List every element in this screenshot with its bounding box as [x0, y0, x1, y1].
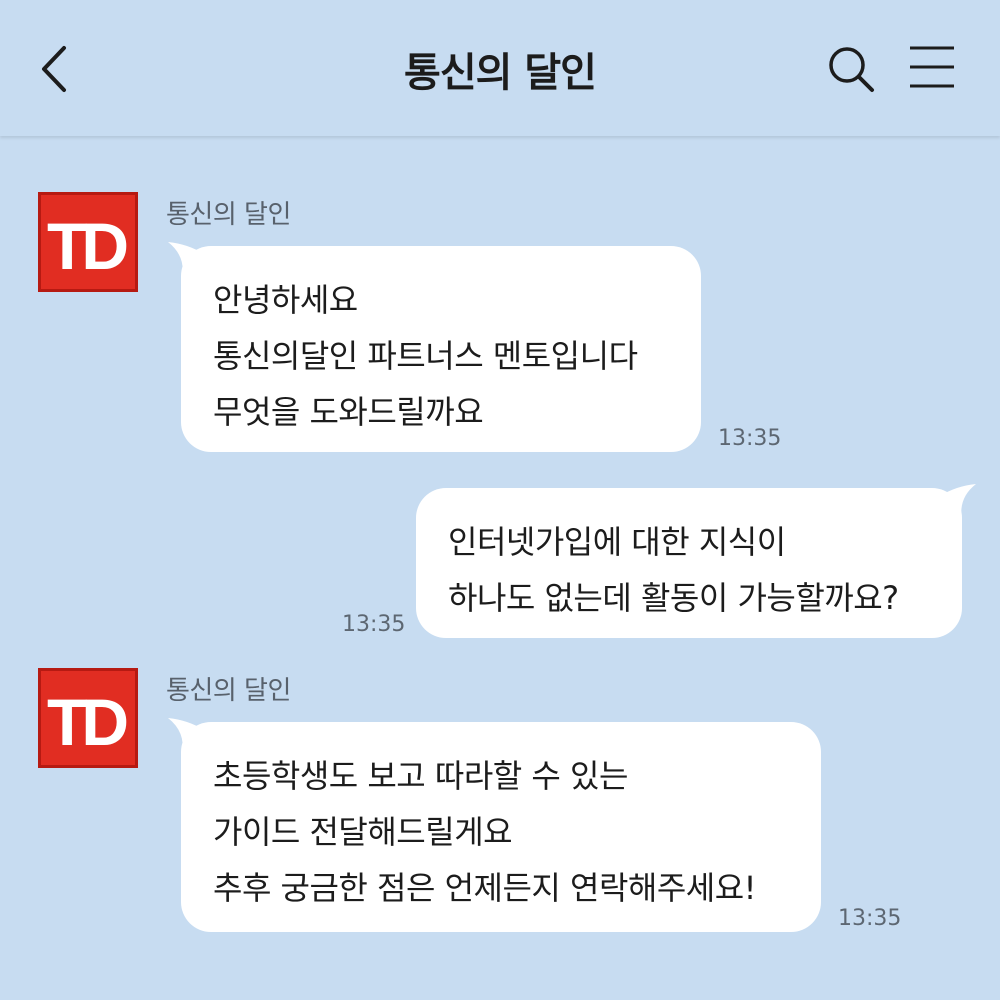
message-line: 안녕하세요	[213, 281, 358, 319]
sender-name: 통신의 달인	[166, 676, 291, 706]
sender-name: 통신의 달인	[166, 200, 291, 230]
hamburger-menu-icon[interactable]	[908, 44, 956, 90]
message-timestamp: 13:35	[838, 906, 902, 931]
message-timestamp: 13:35	[718, 426, 782, 451]
avatar[interactable]: TD	[38, 668, 138, 768]
message-line: 통신의달인 파트너스 멘토입니다	[213, 337, 638, 375]
message-bubble[interactable]: 초등학생도 보고 따라할 수 있는 가이드 전달해드릴게요 추후 궁금한 점은 …	[181, 722, 821, 932]
message-line: 초등학생도 보고 따라할 수 있는	[213, 757, 628, 795]
avatar[interactable]: TD	[38, 192, 138, 292]
message-line: 하나도 없는데 활동이 가능할까요?	[448, 579, 899, 617]
message-line: 추후 궁금한 점은 언제든지 연락해주세요!	[213, 869, 757, 907]
svg-text:TD: TD	[47, 209, 126, 283]
svg-text:TD: TD	[47, 685, 126, 759]
message-line: 가이드 전달해드릴게요	[213, 813, 513, 851]
message-line: 인터넷가입에 대한 지식이	[448, 523, 786, 561]
message-line: 무엇을 도와드릴까요	[213, 393, 484, 431]
message-bubble[interactable]: 인터넷가입에 대한 지식이 하나도 없는데 활동이 가능할까요?	[416, 488, 962, 638]
chat-header: 통신의 달인	[0, 0, 1000, 136]
message-bubble[interactable]: 안녕하세요 통신의달인 파트너스 멘토입니다 무엇을 도와드릴까요	[181, 246, 701, 452]
message-timestamp: 13:35	[342, 612, 406, 637]
td-logo-icon: TD	[47, 685, 132, 759]
search-icon[interactable]	[826, 44, 876, 94]
td-logo-icon: TD	[47, 209, 132, 283]
